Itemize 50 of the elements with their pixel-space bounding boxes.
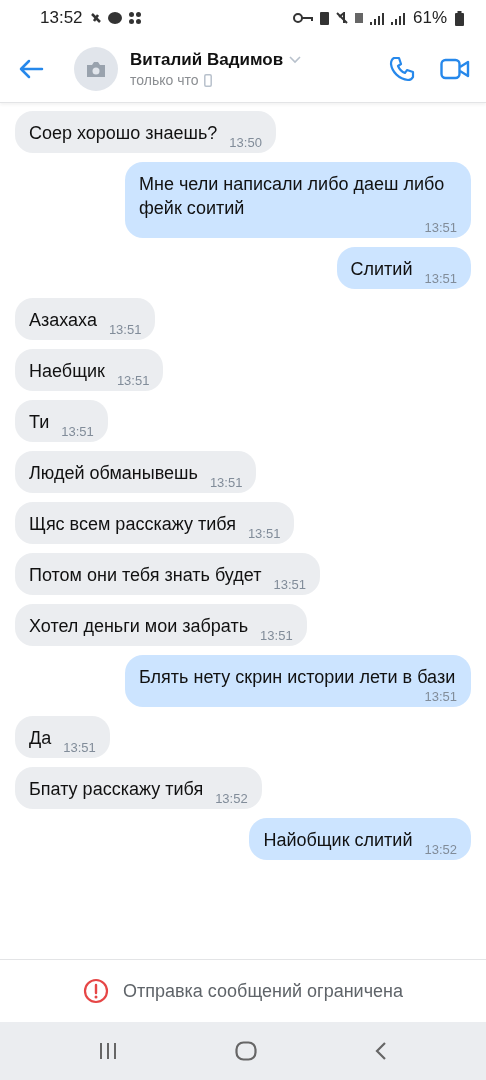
message-text: Бпату расскажу тибя <box>29 778 204 801</box>
camera-icon <box>85 60 107 78</box>
message-text: Наебщик <box>29 360 105 383</box>
contact-name[interactable]: Виталий Вадимов <box>130 50 284 70</box>
back-icon[interactable] <box>373 1041 388 1061</box>
avatar[interactable] <box>74 47 118 91</box>
message-text: Азахаха <box>29 309 97 332</box>
message-text: Мне чели написали либо даеш либо фейк соитий <box>139 173 446 220</box>
message-time: 13:51 <box>60 424 94 440</box>
message-time: 13:51 <box>423 271 457 287</box>
signal-icon <box>390 11 405 25</box>
message-time: 13:51 <box>208 475 243 491</box>
message-time: 13:51 <box>423 689 457 705</box>
message-time: 13:51 <box>246 526 281 542</box>
message-text: Потом они тебя знать будет <box>29 564 262 587</box>
message-text: Щяс всем расскажу тибя <box>29 513 236 536</box>
message-text: Найобщик слитий <box>263 829 413 852</box>
last-seen: только что <box>130 72 199 88</box>
message-time: 13:51 <box>259 628 293 644</box>
message-text: Слитий <box>350 258 413 281</box>
message-text: Соер хорошо знаешь? <box>29 122 218 145</box>
message-time: 13:51 <box>423 220 457 236</box>
phone-device-icon <box>203 73 212 87</box>
back-arrow-icon[interactable] <box>18 59 44 79</box>
recent-apps-icon[interactable] <box>98 1042 119 1060</box>
message-time: 13:50 <box>228 135 262 151</box>
message-text: Хотел деньги мои забрать <box>29 615 249 638</box>
dots-icon <box>128 12 141 24</box>
battery-icon <box>455 10 464 26</box>
message-time: 13:51 <box>62 740 96 756</box>
home-icon[interactable] <box>235 1041 257 1061</box>
chevron-down-icon[interactable] <box>289 56 302 64</box>
message-time: 13:51 <box>107 322 142 338</box>
video-camera-icon[interactable] <box>440 58 470 80</box>
signal-icon <box>369 11 384 25</box>
message-text: Да <box>29 727 52 750</box>
phone-icon[interactable] <box>388 55 416 83</box>
message-text: Людей обманывешь <box>29 462 198 485</box>
message-text: Блять нету скрин истории лети в бази <box>139 666 456 689</box>
key-icon <box>292 12 313 24</box>
warning-icon <box>83 978 109 1004</box>
mute-icon <box>335 12 348 24</box>
message-text: Ти <box>29 411 50 434</box>
restriction-notice: Отправка сообщений ограничена <box>123 980 403 1002</box>
message-time: 13:52 <box>423 842 457 858</box>
clock: 13:52 <box>40 8 83 28</box>
message-time: 13:51 <box>272 577 306 593</box>
message-time: 13:51 <box>115 373 150 389</box>
battery-level: 61% <box>412 8 447 28</box>
message-time: 13:52 <box>214 791 248 807</box>
